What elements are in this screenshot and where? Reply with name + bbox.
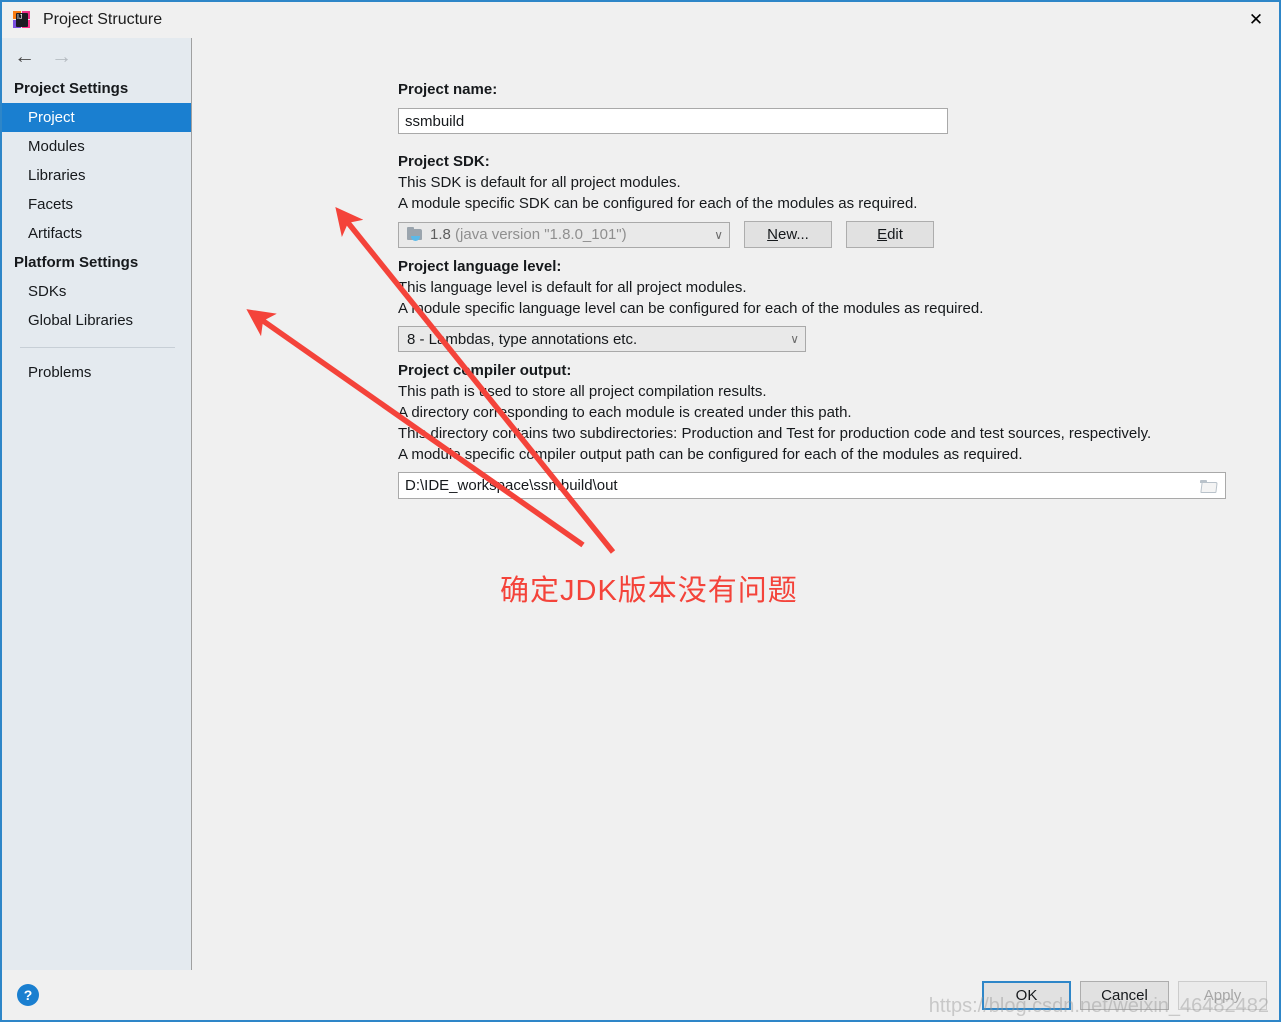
project-settings-panel: Project name: ssmbuild Project SDK: This…: [192, 38, 1279, 970]
watermark-text: https://blog.csdn.net/weixin_46482482: [928, 995, 1269, 1017]
sidebar-item-libraries[interactable]: Libraries: [2, 161, 191, 190]
compiler-output-path-value: D:\IDE_workspace\ssmbuild\out: [405, 477, 618, 494]
chevron-down-icon: ∨: [790, 332, 799, 346]
project-sdk-description-1: This SDK is default for all project modu…: [398, 174, 681, 191]
project-name-label: Project name:: [398, 81, 498, 98]
compiler-output-path-input[interactable]: D:\IDE_workspace\ssmbuild\out: [398, 472, 1226, 499]
new-sdk-button-label: ew...: [777, 226, 809, 243]
sidebar-item-facets[interactable]: Facets: [2, 190, 191, 219]
title-bar: IJ Project Structure ✕: [2, 2, 1279, 38]
edit-sdk-button[interactable]: Edit: [846, 221, 934, 248]
navigation-arrows: ← →: [2, 38, 191, 74]
intellij-idea-icon: IJ: [13, 11, 31, 29]
project-structure-dialog: IJ Project Structure ✕ ← → Project Setti…: [0, 0, 1281, 1022]
project-sdk-row: 1.8 (java version "1.8.0_101") ∨ New... …: [398, 221, 1279, 248]
compiler-output-description-1: This path is used to store all project c…: [398, 383, 767, 400]
sidebar-item-problems[interactable]: Problems: [2, 358, 191, 387]
edit-sdk-button-label: dit: [887, 226, 903, 243]
project-sdk-value: 1.8 (java version "1.8.0_101"): [430, 226, 627, 243]
project-sdk-description-2: A module specific SDK can be configured …: [398, 195, 918, 212]
dialog-body: ← → Project Settings Project Modules Lib…: [2, 38, 1279, 970]
window-title: Project Structure: [43, 11, 163, 28]
project-sdk-detail: (java version "1.8.0_101"): [455, 226, 627, 243]
close-icon[interactable]: ✕: [1233, 2, 1279, 36]
forward-arrow-icon: →: [51, 44, 72, 68]
annotation-label: 确定JDK版本没有问题: [500, 575, 798, 607]
compiler-output-description-4: A module specific compiler output path c…: [398, 446, 1023, 463]
project-name-input[interactable]: ssmbuild: [398, 108, 948, 134]
language-level-label: Project language level:: [398, 258, 562, 275]
language-level-description-2: A module specific language level can be …: [398, 300, 984, 317]
compiler-output-description-2: A directory corresponding to each module…: [398, 404, 852, 421]
project-sdk-label: Project SDK:: [398, 153, 490, 170]
folder-browse-icon[interactable]: [1191, 473, 1225, 498]
compiler-output-description-3: This directory contains two subdirectori…: [398, 425, 1152, 442]
edit-sdk-button-mnemonic: E: [877, 226, 888, 243]
language-level-value: 8 - Lambdas, type annotations etc.: [407, 330, 638, 348]
project-sdk-version: 1.8: [430, 226, 451, 243]
language-level-dropdown[interactable]: 8 - Lambdas, type annotations etc. ∨: [398, 326, 806, 352]
sidebar-item-project[interactable]: Project: [2, 103, 191, 132]
new-sdk-button-mnemonic: N: [767, 226, 778, 243]
sidebar-item-global-libraries[interactable]: Global Libraries: [2, 306, 191, 335]
language-level-description-1: This language level is default for all p…: [398, 279, 747, 296]
sidebar-group-platform-settings: Platform Settings: [14, 254, 139, 271]
back-arrow-icon[interactable]: ←: [14, 46, 35, 67]
dialog-footer: ? OK Cancel Apply https://blog.csdn.net/…: [2, 970, 1279, 1020]
sidebar-item-modules[interactable]: Modules: [2, 132, 191, 161]
sidebar-group-project-settings: Project Settings: [14, 80, 129, 97]
compiler-output-label: Project compiler output:: [398, 362, 572, 379]
settings-sidebar: ← → Project Settings Project Modules Lib…: [2, 38, 192, 970]
chevron-down-icon: ∨: [714, 227, 723, 242]
sidebar-item-artifacts[interactable]: Artifacts: [2, 219, 191, 248]
project-sdk-dropdown[interactable]: 1.8 (java version "1.8.0_101") ∨: [398, 221, 730, 248]
new-sdk-button[interactable]: New...: [744, 221, 832, 248]
sidebar-divider: [20, 347, 175, 348]
java-sdk-icon: [407, 226, 424, 242]
sidebar-item-sdks[interactable]: SDKs: [2, 277, 191, 306]
help-icon[interactable]: ?: [17, 984, 39, 1006]
